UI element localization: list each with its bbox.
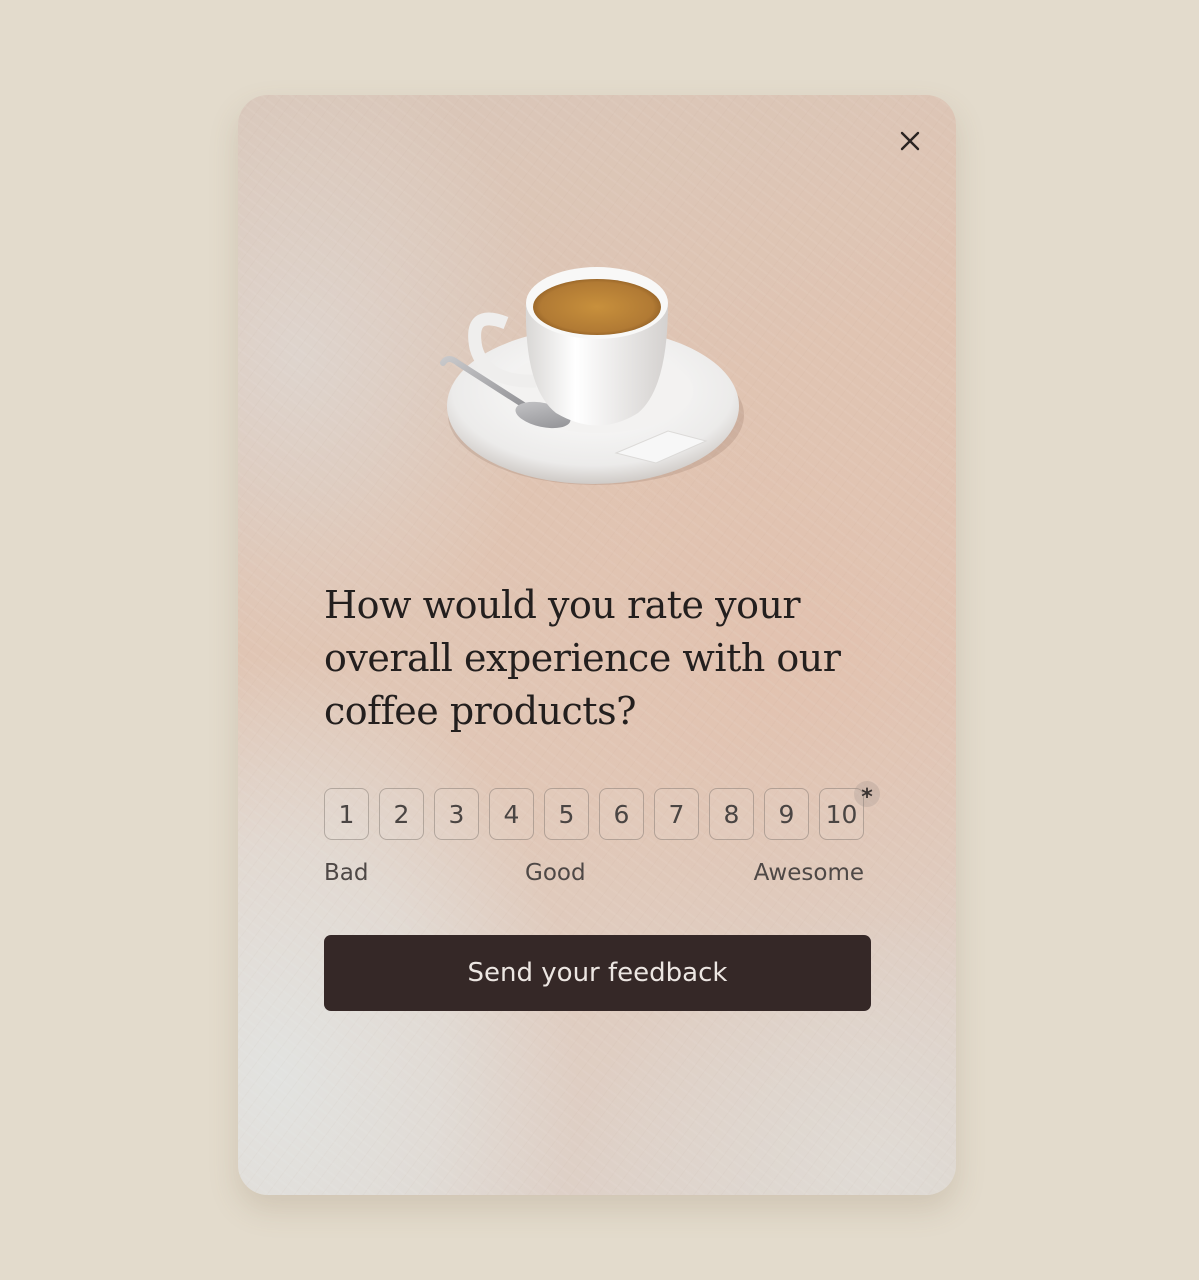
rating-option-4[interactable]: 4 [489, 788, 534, 840]
send-feedback-button[interactable]: Send your feedback [324, 935, 871, 1011]
rating-scale: 1 2 3 4 5 6 7 8 9 10 [324, 788, 864, 840]
rating-option-7[interactable]: 7 [654, 788, 699, 840]
rating-option-6[interactable]: 6 [599, 788, 644, 840]
label-awesome: Awesome [753, 860, 864, 886]
coffee-cup-image [440, 267, 744, 485]
required-indicator: * [854, 781, 880, 809]
survey-question: How would you rate your overall experien… [324, 583, 841, 733]
rating-option-3[interactable]: 3 [434, 788, 479, 840]
label-good: Good [525, 860, 586, 886]
feedback-popup: How would you rate your overall experien… [238, 95, 956, 1195]
rating-scale-labels: Bad Good Awesome [324, 860, 864, 890]
rating-option-5[interactable]: 5 [544, 788, 589, 840]
close-button[interactable] [898, 129, 922, 153]
rating-option-8[interactable]: 8 [709, 788, 754, 840]
close-icon [900, 131, 920, 151]
rating-option-2[interactable]: 2 [379, 788, 424, 840]
rating-option-9[interactable]: 9 [764, 788, 809, 840]
label-bad: Bad [324, 860, 369, 886]
rating-option-1[interactable]: 1 [324, 788, 369, 840]
